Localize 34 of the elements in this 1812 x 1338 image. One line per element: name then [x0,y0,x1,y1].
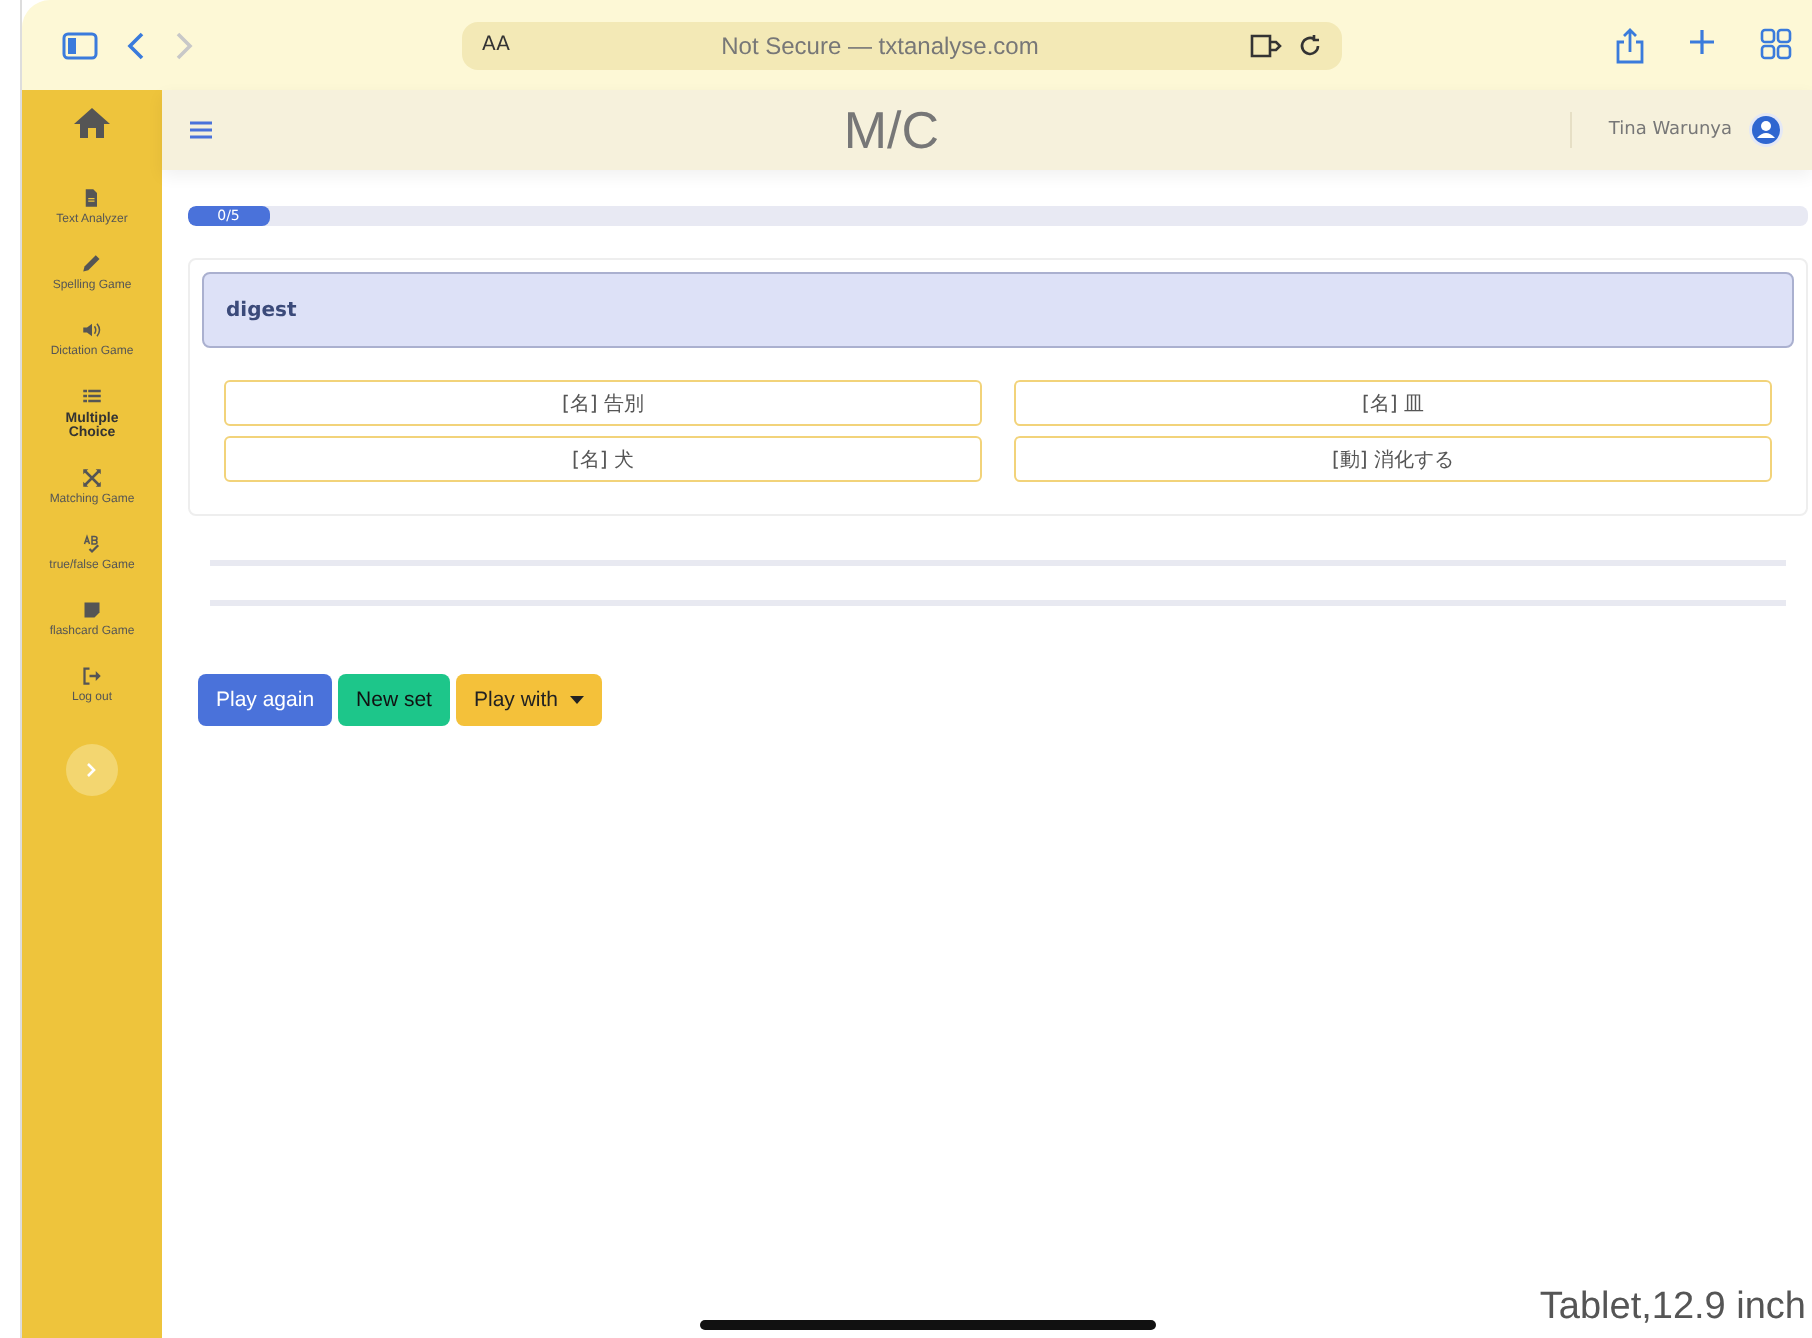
action-button[interactable]: Play again [198,674,333,726]
device-caption: Tablet,12.9 inch [1539,1286,1806,1330]
logout-icon [82,666,102,686]
speaker-icon [82,320,102,340]
pencil-icon [82,254,102,274]
tabs-icon[interactable] [1760,27,1792,59]
answer-option[interactable]: [名] 皿 [1014,380,1772,426]
question-word: digest [202,272,1794,348]
document-icon [82,188,102,208]
note-icon [82,600,102,620]
list-icon [82,386,102,406]
answer-option[interactable]: [名] 告別 [224,380,982,426]
url-text: Not Secure — txtanalyse.com [719,31,1041,59]
dropdown-button[interactable]: Play with [455,674,602,726]
sidebar-icon[interactable] [62,31,98,59]
plus-icon[interactable] [1688,27,1716,55]
reload-icon[interactable] [1298,33,1322,57]
share-icon[interactable] [1616,27,1644,63]
address-bar[interactable]: AA Not Secure — txtanalyse.com [462,21,1342,69]
caret-icon [570,696,584,704]
answer-option[interactable]: [動] 消化する [1014,436,1772,482]
text-size-button[interactable]: AA [482,34,510,56]
spellcheck-icon [82,534,102,554]
action-button[interactable]: New set [338,674,450,726]
home-icon[interactable] [72,106,112,140]
arrows-icon [82,468,102,488]
chevron-right-icon [86,762,98,778]
extension-icon[interactable] [1250,33,1282,57]
page-title: M/C [841,99,942,161]
answer-option[interactable]: [名] 犬 [224,436,982,482]
user-name[interactable]: Tina Warunya [1608,120,1732,140]
user-avatar-icon[interactable] [1748,112,1784,148]
menu-icon[interactable] [190,120,212,140]
back-icon[interactable] [126,29,146,61]
